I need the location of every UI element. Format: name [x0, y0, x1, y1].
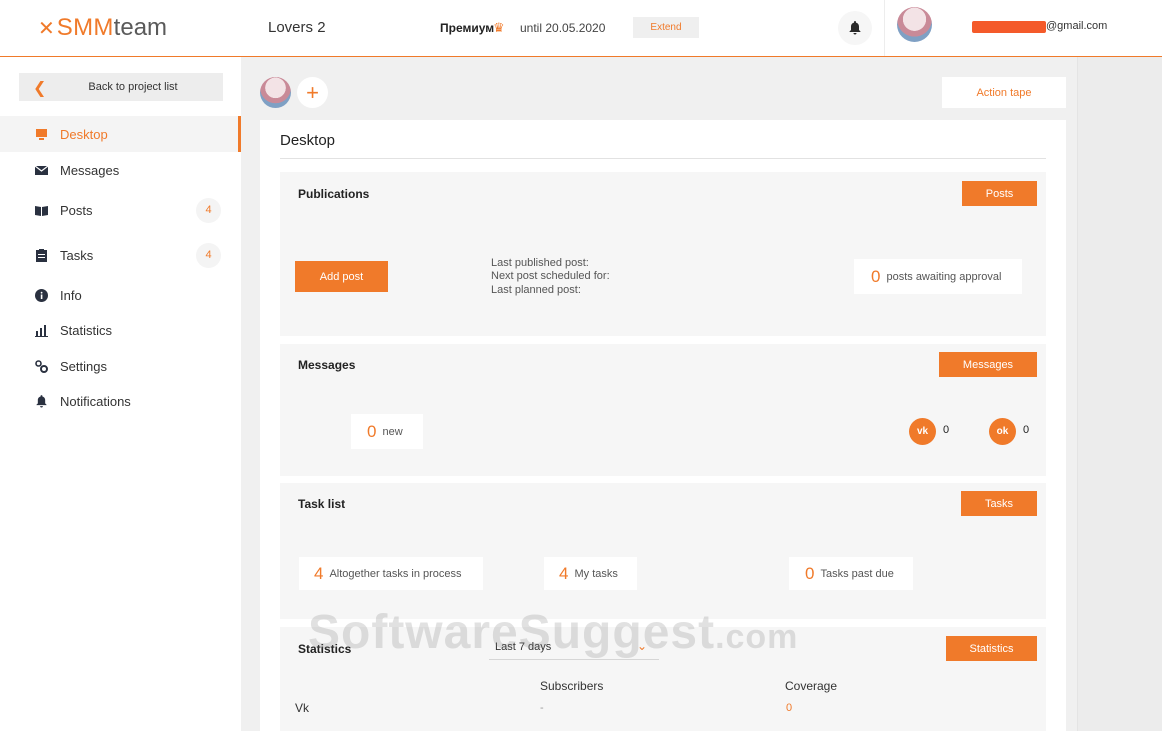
sidebar-item-statistics[interactable]: Statistics [0, 312, 241, 348]
publications-section-header [280, 172, 1046, 214]
crown-icon: ♛ [493, 20, 505, 35]
new-messages-label: new [382, 425, 403, 438]
action-tape-button[interactable]: Action tape [942, 77, 1066, 108]
last-planned-label: Last planned post: [491, 284, 581, 296]
tasks-in-process-box[interactable]: 4 Altogether tasks in process [299, 557, 483, 590]
add-project-button[interactable]: + [297, 77, 328, 108]
awaiting-approval-label: posts awaiting approval [886, 270, 1002, 283]
stats-row-coverage: 0 [786, 702, 793, 714]
vk-message-count: 0 [943, 424, 950, 436]
sidebar-item-posts[interactable]: Posts 4 [0, 192, 241, 228]
sidebar-item-label: Desktop [60, 126, 108, 142]
publications-title: Publications [298, 187, 370, 201]
awaiting-approval-count: 0 [871, 266, 881, 286]
my-tasks-box[interactable]: 4 My tasks [544, 557, 637, 590]
sidebar-item-label: Tasks [60, 247, 94, 263]
sidebar-item-notifications[interactable]: Notifications [0, 383, 241, 419]
tasks-past-due-count: 0 [805, 563, 815, 583]
back-to-project-list-button[interactable]: ❮ Back to project list [19, 73, 223, 101]
right-gutter [1077, 57, 1162, 731]
back-label: Back to project list [88, 81, 178, 93]
add-post-button[interactable]: Add post [295, 261, 388, 292]
vk-icon[interactable]: vk [909, 418, 936, 445]
tasks-in-process-label: Altogether tasks in process [329, 567, 462, 580]
subscribers-column-header: Subscribers [540, 679, 604, 693]
my-tasks-label: My tasks [574, 567, 618, 580]
sidebar-item-label: Info [60, 287, 82, 303]
watermark-main: SoftwareSuggest [308, 606, 716, 659]
sidebar-item-desktop[interactable]: Desktop [0, 116, 241, 152]
logo-mark-icon: ✕ [38, 17, 55, 40]
stats-row-subscribers: - [540, 702, 544, 714]
clipboard-icon [34, 248, 48, 262]
email-redaction [972, 21, 1046, 33]
info-icon [34, 288, 48, 302]
sidebar-item-label: Statistics [60, 322, 113, 338]
plan-name: Премиум [440, 21, 495, 35]
tasks-in-process-count: 4 [314, 563, 324, 583]
tasks-title: Task list [298, 497, 346, 511]
logo-team-text: team [113, 14, 168, 41]
watermark-suffix: .com [715, 618, 799, 656]
sidebar-item-info[interactable]: Info [0, 277, 241, 313]
next-scheduled-label: Next post scheduled for: [491, 270, 610, 282]
plan-expiry: until 20.05.2020 [520, 21, 606, 35]
book-icon [34, 203, 48, 217]
tasks-section-header [280, 483, 1046, 525]
extend-button[interactable]: Extend [633, 17, 699, 38]
user-avatar[interactable] [897, 7, 932, 42]
sidebar-item-label: Notifications [60, 393, 131, 409]
tasks-past-due-box[interactable]: 0 Tasks past due [789, 557, 913, 590]
bell-icon [34, 394, 48, 408]
posts-button[interactable]: Posts [962, 181, 1037, 206]
tasks-button[interactable]: Tasks [961, 491, 1037, 516]
sidebar: ❮ Back to project list Desktop Messages … [0, 57, 241, 731]
softwaresuggest-watermark: SoftwareSuggest.com [308, 605, 798, 660]
tasks-count-badge: 4 [196, 242, 221, 268]
sidebar-item-messages[interactable]: Messages [0, 152, 241, 188]
title-divider [280, 158, 1046, 159]
smmteam-logo[interactable]: ✕ SMM team [38, 14, 167, 42]
header-divider [884, 0, 885, 56]
messages-section-header [280, 344, 1046, 386]
sidebar-item-label: Settings [60, 358, 107, 374]
page-title: Desktop [280, 132, 336, 149]
awaiting-approval-box[interactable]: 0 posts awaiting approval [854, 259, 1022, 294]
gear-icon [34, 359, 48, 373]
messages-title: Messages [298, 358, 356, 372]
coverage-column-header: Coverage [785, 679, 838, 693]
statistics-section-body [280, 669, 1046, 731]
ok-message-count: 0 [1023, 424, 1030, 436]
sidebar-item-settings[interactable]: Settings [0, 348, 241, 384]
my-tasks-count: 4 [559, 563, 569, 583]
sidebar-item-tasks[interactable]: Tasks 4 [0, 237, 241, 273]
logo-smm-text: SMM [56, 14, 114, 41]
monitor-icon [34, 127, 48, 141]
sidebar-item-label: Posts [60, 202, 93, 218]
user-email[interactable]: @gmail.com [1046, 20, 1107, 32]
statistics-button[interactable]: Statistics [946, 636, 1037, 661]
notifications-button[interactable] [838, 11, 872, 45]
new-messages-box[interactable]: 0 new [351, 414, 423, 449]
messages-button[interactable]: Messages [939, 352, 1037, 377]
bell-icon [849, 21, 861, 35]
posts-count-badge: 4 [196, 197, 221, 223]
envelope-icon [34, 163, 48, 177]
stats-row-name: Vk [295, 701, 310, 715]
tasks-past-due-label: Tasks past due [820, 567, 894, 580]
top-header: ✕ SMM team Lovers 2 Премиум ♛ until 20.0… [0, 0, 1162, 57]
odnoklassniki-icon[interactable]: ok [989, 418, 1016, 445]
sidebar-item-label: Messages [60, 162, 120, 178]
project-name: Lovers 2 [268, 19, 326, 36]
last-published-label: Last published post: [491, 257, 589, 269]
new-messages-count: 0 [367, 421, 377, 441]
bar-chart-icon [34, 323, 48, 337]
project-avatar[interactable] [260, 77, 291, 108]
